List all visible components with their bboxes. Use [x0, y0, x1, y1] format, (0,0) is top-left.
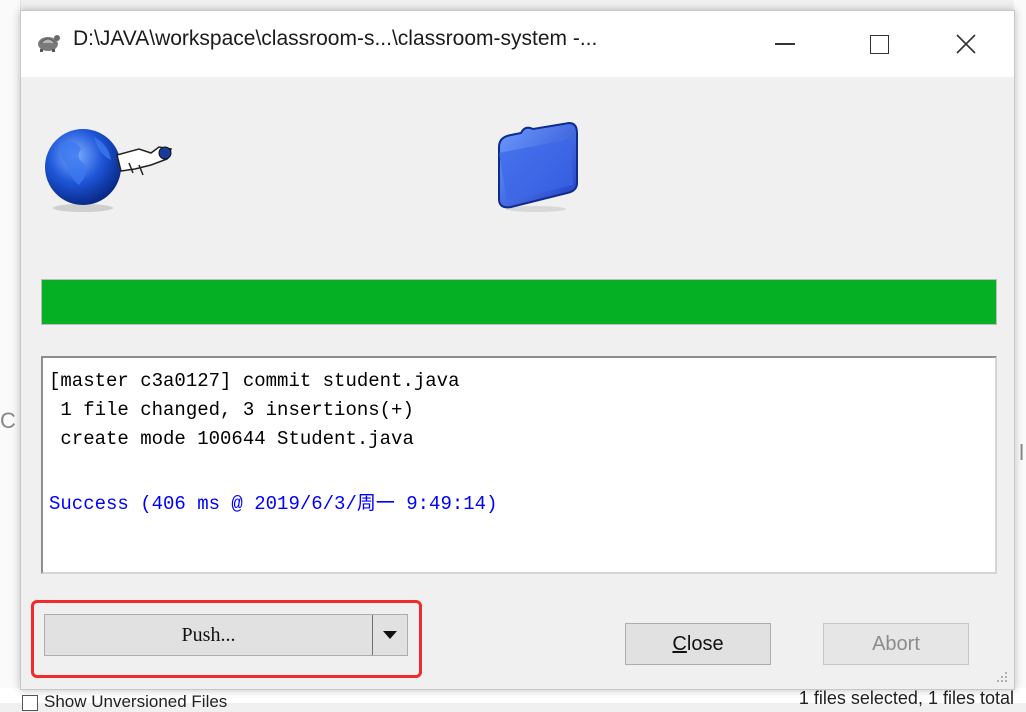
background-left-text: C: [0, 408, 16, 433]
maximize-icon: [869, 34, 889, 54]
tortoise-icon: [38, 35, 60, 52]
close-window-button[interactable]: [933, 11, 999, 77]
minimize-icon: [775, 43, 795, 45]
push-highlight: Push...: [31, 600, 422, 678]
resize-grip-icon[interactable]: [996, 671, 1008, 683]
close-button-label: lose: [686, 632, 724, 655]
window-title: D:\JAVA\workspace\classroom-s...\classro…: [73, 27, 598, 50]
minimize-button[interactable]: [752, 11, 818, 77]
push-dropdown-button[interactable]: [373, 615, 407, 655]
log-line: [master c3a0127] commit student.java: [49, 370, 460, 392]
success-message: Success (406 ms @ 2019/6/3/周一 9:49:14): [49, 493, 498, 515]
push-split-button[interactable]: Push...: [44, 614, 408, 656]
show-unversioned-checkbox[interactable]: [22, 695, 38, 711]
close-button-label-mnemonic: C: [672, 632, 687, 655]
push-button[interactable]: Push...: [45, 615, 373, 655]
show-unversioned-label: Show Unversioned Files: [44, 692, 228, 711]
globe-icon: [45, 129, 173, 212]
title-bar[interactable]: D:\JAVA\workspace\classroom-s...\classro…: [21, 11, 1014, 77]
folder-icon: [498, 121, 578, 212]
git-progress-dialog: D:\JAVA\workspace\classroom-s...\classro…: [20, 10, 1015, 690]
files-status-text: 1 files selected, 1 files total: [798, 688, 1014, 708]
progress-bar: [41, 279, 997, 325]
chevron-down-icon: [383, 631, 397, 639]
background-left-pane: [0, 0, 21, 703]
log-line: create mode 100644 Student.java: [49, 428, 414, 450]
close-icon: [956, 34, 976, 54]
output-log[interactable]: [master c3a0127] commit student.java 1 f…: [41, 356, 997, 574]
maximize-button[interactable]: [846, 11, 912, 77]
close-button[interactable]: Close: [625, 623, 771, 665]
background-right-text: l: [1019, 440, 1024, 465]
abort-button[interactable]: Abort: [823, 623, 969, 665]
log-line: 1 file changed, 3 insertions(+): [49, 399, 414, 421]
progress-bar-fill: [42, 280, 996, 324]
background-right-pane: [1014, 0, 1026, 703]
